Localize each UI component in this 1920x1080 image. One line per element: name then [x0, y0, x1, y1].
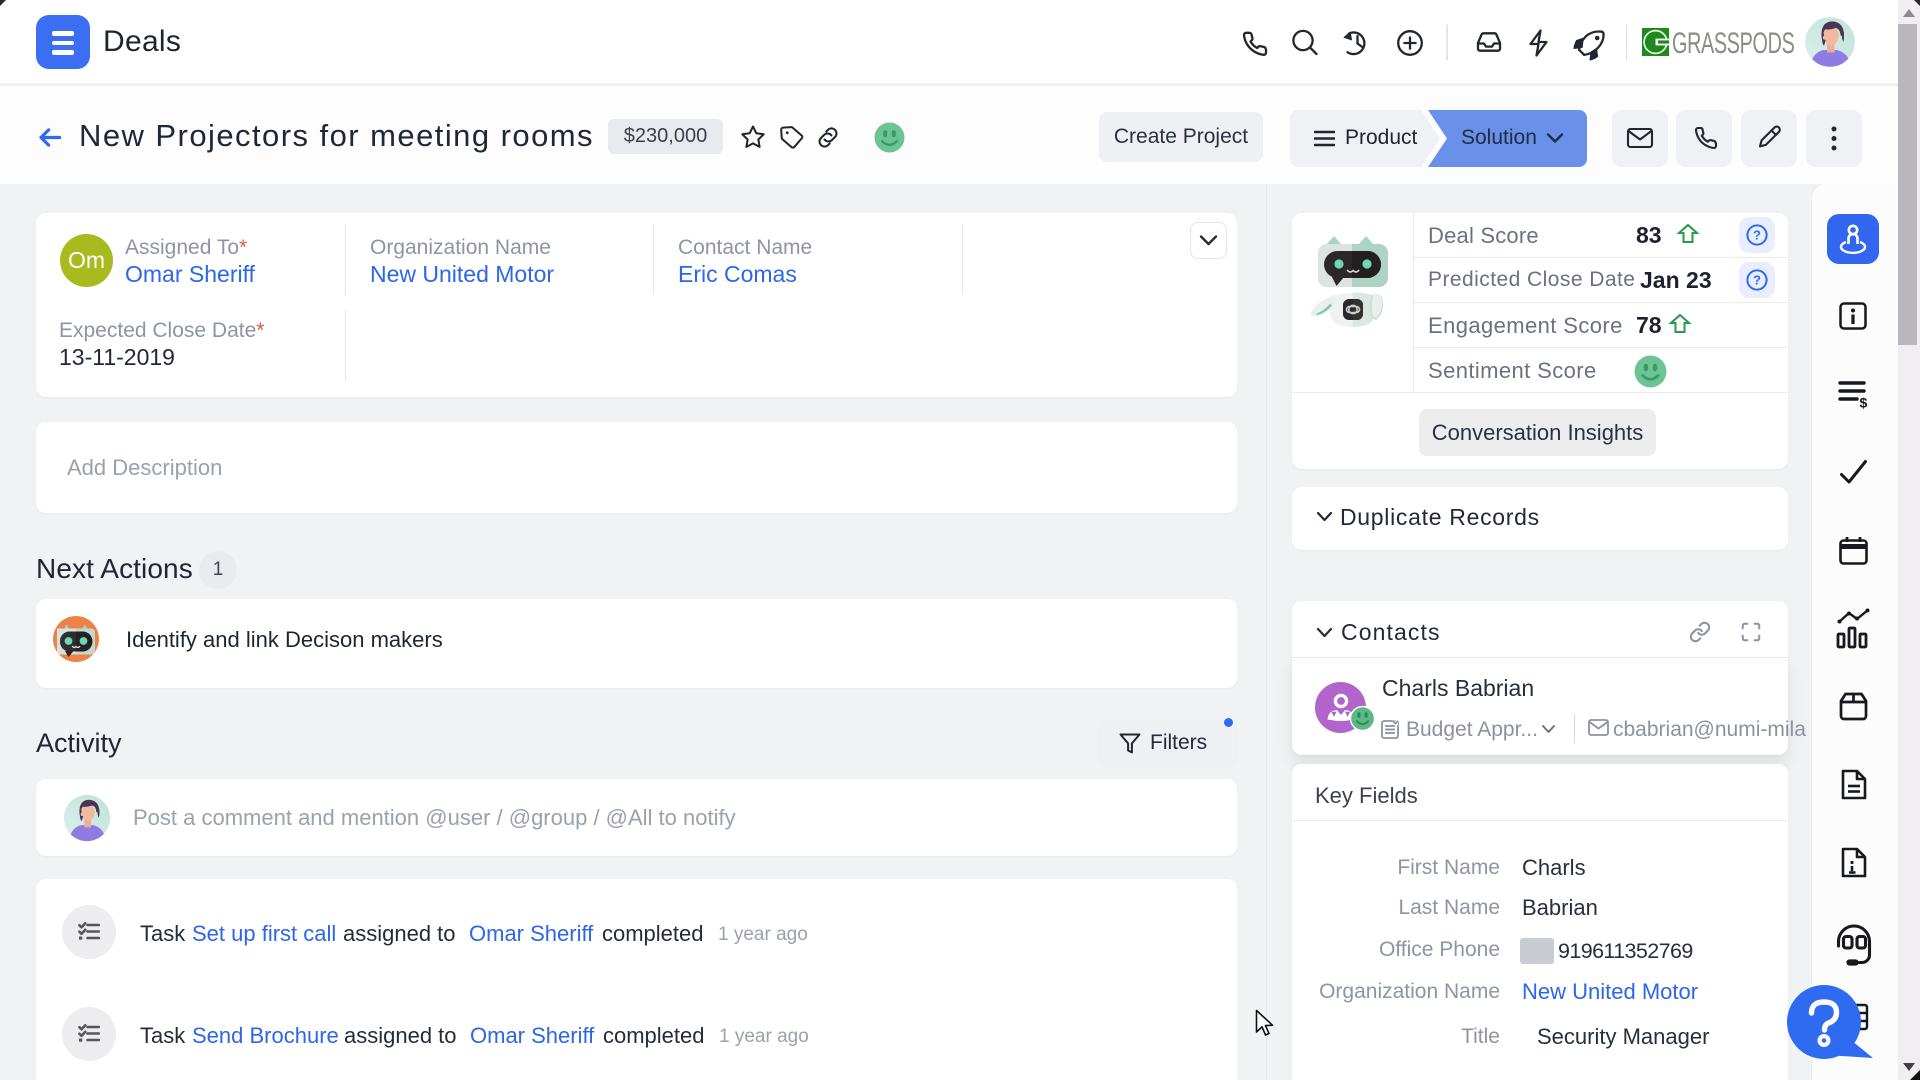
- svg-text:?: ?: [1753, 228, 1761, 243]
- svg-text:?: ?: [1753, 273, 1761, 288]
- svg-text:$: $: [1860, 395, 1868, 411]
